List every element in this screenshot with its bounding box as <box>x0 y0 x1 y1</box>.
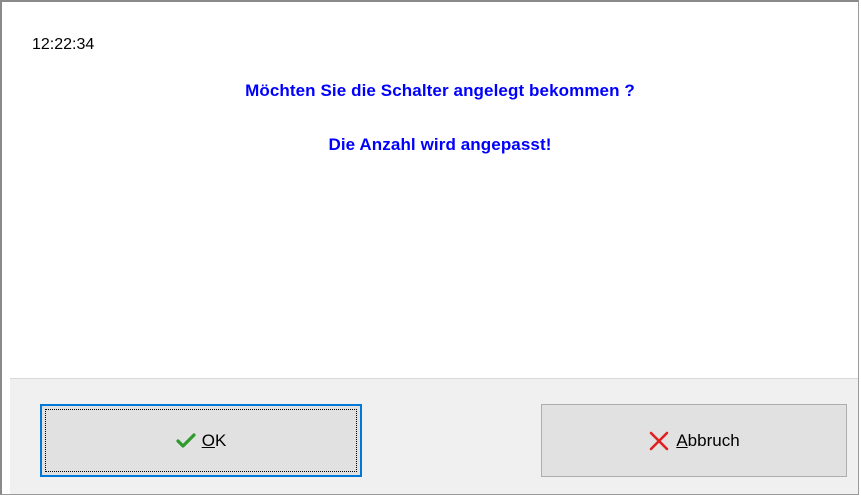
cancel-button[interactable]: Abbruch <box>541 404 847 477</box>
message-info: Die Anzahl wird angepasst! <box>328 135 552 154</box>
ok-button[interactable]: OK <box>40 404 362 477</box>
cancel-label-rest: bbruch <box>687 430 740 450</box>
confirmation-dialog: 12:22:34 Möchten Sie die Schalter angele… <box>0 0 859 495</box>
button-bar: OK Abbruch <box>10 378 858 494</box>
ok-button-label: OK <box>202 431 227 451</box>
check-icon <box>176 432 196 449</box>
cancel-mnemonic: A <box>676 430 688 450</box>
ok-label-rest: K <box>214 430 227 450</box>
ok-mnemonic: O <box>201 430 215 450</box>
message-question: Möchten Sie die Schalter angelegt bekomm… <box>245 81 635 100</box>
cancel-button-label: Abbruch <box>676 431 739 451</box>
cross-icon <box>648 430 670 452</box>
time-label: 12:22:34 <box>32 36 95 53</box>
